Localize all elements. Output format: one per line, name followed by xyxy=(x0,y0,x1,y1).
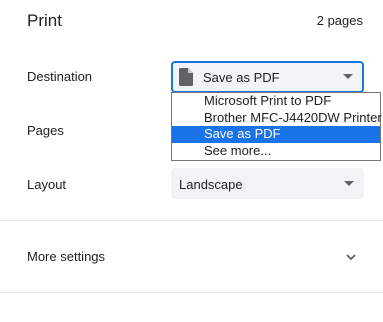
page-count: 2 pages xyxy=(316,13,363,28)
destination-select[interactable]: Save as PDF xyxy=(171,61,364,93)
print-title: Print xyxy=(27,11,62,30)
option-save-as-pdf[interactable]: Save as PDF xyxy=(172,126,380,143)
layout-value: Landscape xyxy=(179,177,243,192)
option-brother-printer[interactable]: Brother MFC-J4420DW Printer xyxy=(172,110,382,127)
option-microsoft-print-to-pdf[interactable]: Microsoft Print to PDF xyxy=(172,93,380,110)
divider xyxy=(0,220,383,221)
chevron-down-icon[interactable] xyxy=(343,74,353,79)
chevron-down-icon[interactable] xyxy=(344,181,354,186)
destination-value: Save as PDF xyxy=(203,70,280,85)
document-icon xyxy=(179,68,193,86)
print-settings-panel: Print 2 pages Destination Save as PDF Mi… xyxy=(0,0,383,322)
destination-label: Destination xyxy=(27,69,93,84)
layout-select[interactable]: Landscape xyxy=(171,168,364,199)
destination-dropdown: Microsoft Print to PDF Brother MFC-J4420… xyxy=(171,92,382,161)
divider xyxy=(0,292,383,293)
pages-label: Pages xyxy=(27,123,64,138)
more-settings-label[interactable]: More settings xyxy=(27,249,105,264)
expand-chevron-icon[interactable] xyxy=(345,251,357,263)
option-see-more[interactable]: See more... xyxy=(172,143,380,160)
layout-label: Layout xyxy=(27,177,67,192)
